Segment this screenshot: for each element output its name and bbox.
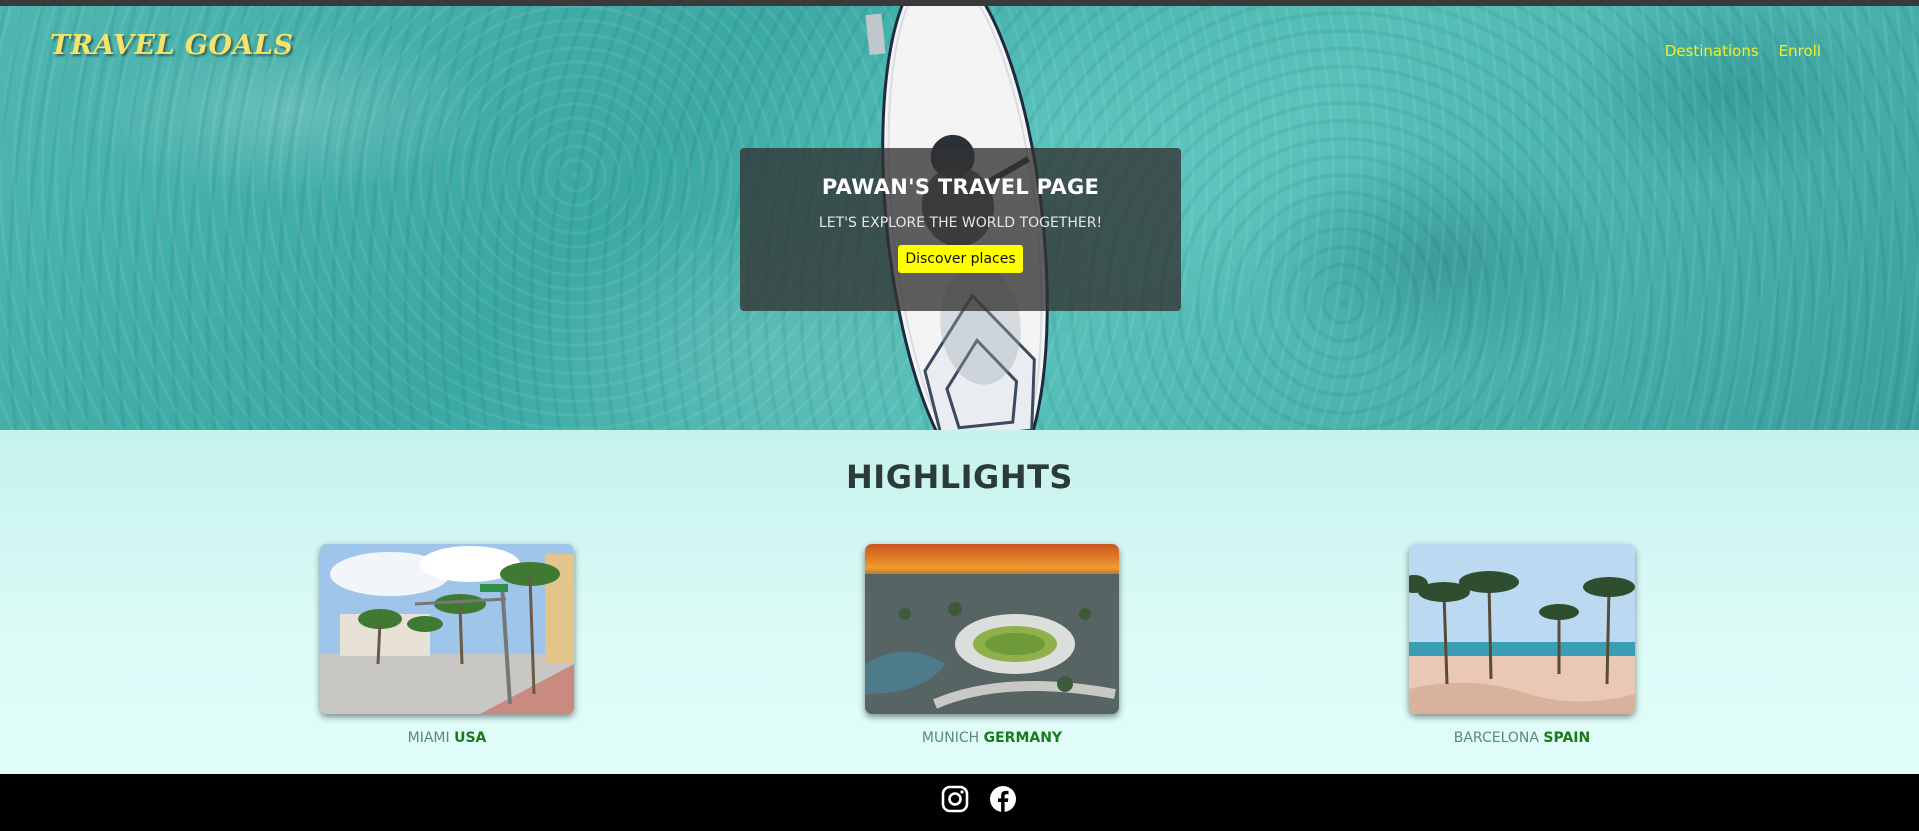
main-nav: Destinations Enroll [1665,42,1821,60]
munich-stadium-image [865,544,1119,714]
hero-subtitle: LET'S EXPLORE THE WORLD TOGETHER! [818,215,1103,231]
munich-photo [865,544,1119,714]
highlights-section: HIGHLIGHTS MIAMI USA MUNICH GERMANY BARC… [0,430,1919,774]
facebook-icon[interactable] [988,784,1018,814]
highlight-caption: BARCELONA SPAIN [1409,730,1635,746]
highlight-card-barcelona[interactable]: BARCELONA SPAIN [1409,544,1635,746]
highlights-title: HIGHLIGHTS [846,458,1073,496]
footer [0,774,1919,831]
city-name: MIAMI [407,730,450,746]
city-name: BARCELONA [1453,730,1539,746]
hero-title: PAWAN'S TRAVEL PAGE [821,175,1100,199]
hero-card: PAWAN'S TRAVEL PAGE LET'S EXPLORE THE WO… [740,148,1181,311]
miami-photo [320,544,574,714]
city-name: MUNICH [921,730,980,746]
nav-link-enroll[interactable]: Enroll [1779,42,1821,60]
instagram-icon[interactable] [940,784,970,814]
highlight-card-munich[interactable]: MUNICH GERMANY [865,544,1119,746]
discover-places-button[interactable]: Discover places [898,245,1023,273]
highlight-caption: MIAMI USA [320,730,574,746]
highlight-caption: MUNICH GERMANY [865,730,1119,746]
country-name: GERMANY [983,730,1063,746]
highlight-card-miami[interactable]: MIAMI USA [320,544,574,746]
barcelona-photo [1409,544,1635,714]
barcelona-beach-image [1409,544,1635,714]
brand-logo[interactable]: TRAVEL GOALS [50,30,293,61]
country-name: SPAIN [1543,730,1591,746]
social-links [940,784,1018,814]
country-name: USA [454,730,487,746]
nav-link-destinations[interactable]: Destinations [1665,42,1759,60]
hero-section: TRAVEL GOALS Destinations Enroll PAWAN'S… [0,6,1919,430]
miami-street-image [320,544,574,714]
